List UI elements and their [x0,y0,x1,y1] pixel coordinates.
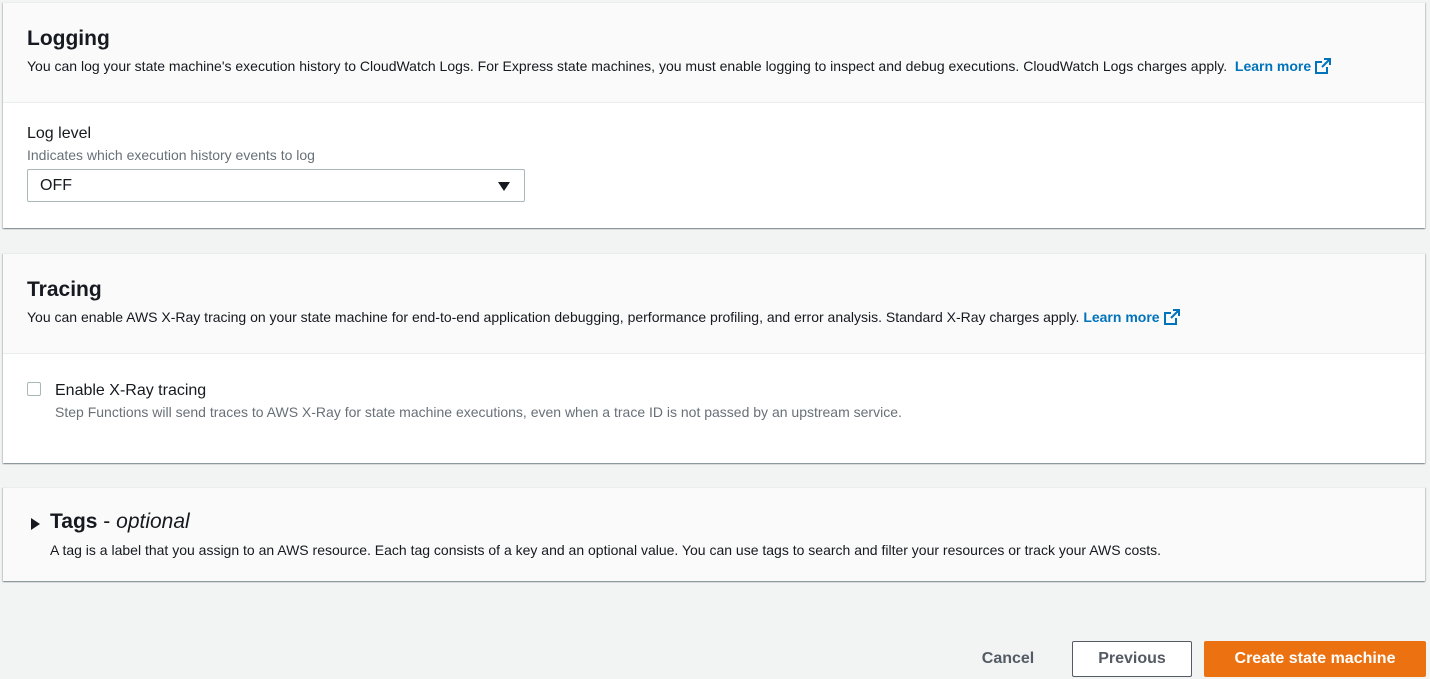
logging-body: Log level Indicates which execution hist… [3,103,1425,227]
xray-tracing-label[interactable]: Enable X-Ray tracing [55,381,206,401]
previous-button[interactable]: Previous [1072,641,1192,677]
logging-description-text: You can log your state machine's executi… [27,58,1228,74]
tags-title[interactable]: Tags - optional [50,510,190,534]
xray-tracing-checkbox[interactable] [27,382,41,396]
external-link-icon [1163,309,1180,330]
cancel-button[interactable]: Cancel [968,641,1048,677]
caret-down-icon [498,182,510,191]
tracing-body: Enable X-Ray tracing Step Functions will… [3,354,1425,462]
logging-learn-more-link[interactable]: Learn more [1234,58,1332,74]
tracing-learn-more-link[interactable]: Learn more [1083,309,1180,325]
tracing-header: Tracing You can enable AWS X-Ray tracing… [3,254,1425,354]
caret-right-icon[interactable] [31,518,40,530]
log-level-hint: Indicates which execution history events… [27,147,315,163]
logging-header: Logging You can log your state machine's… [3,3,1425,103]
log-level-select[interactable]: OFF [27,169,525,202]
tags-title-separator: - [97,510,117,533]
tracing-panel: Tracing You can enable AWS X-Ray tracing… [3,253,1425,463]
tracing-title: Tracing [27,278,102,301]
logging-description: You can log your state machine's executi… [27,56,1401,79]
tags-optional-label: optional [116,510,190,533]
tags-description: A tag is a label that you assign to an A… [50,542,1162,558]
log-level-value: OFF [40,177,72,194]
tracing-learn-more-label: Learn more [1083,309,1160,325]
tags-panel: Tags - optional A tag is a label that yo… [3,487,1425,581]
logging-learn-more-label: Learn more [1234,58,1312,74]
create-state-machine-button[interactable]: Create state machine [1204,641,1426,677]
external-link-icon [1315,58,1332,79]
tags-title-text: Tags [50,510,98,533]
logging-panel: Logging You can log your state machine's… [3,2,1425,228]
tracing-description: You can enable AWS X-Ray tracing on your… [27,307,1401,330]
log-level-label: Log level [27,125,92,142]
xray-tracing-hint: Step Functions will send traces to AWS X… [55,404,902,420]
tracing-description-text: You can enable AWS X-Ray tracing on your… [27,309,1080,325]
logging-title: Logging [27,27,110,50]
